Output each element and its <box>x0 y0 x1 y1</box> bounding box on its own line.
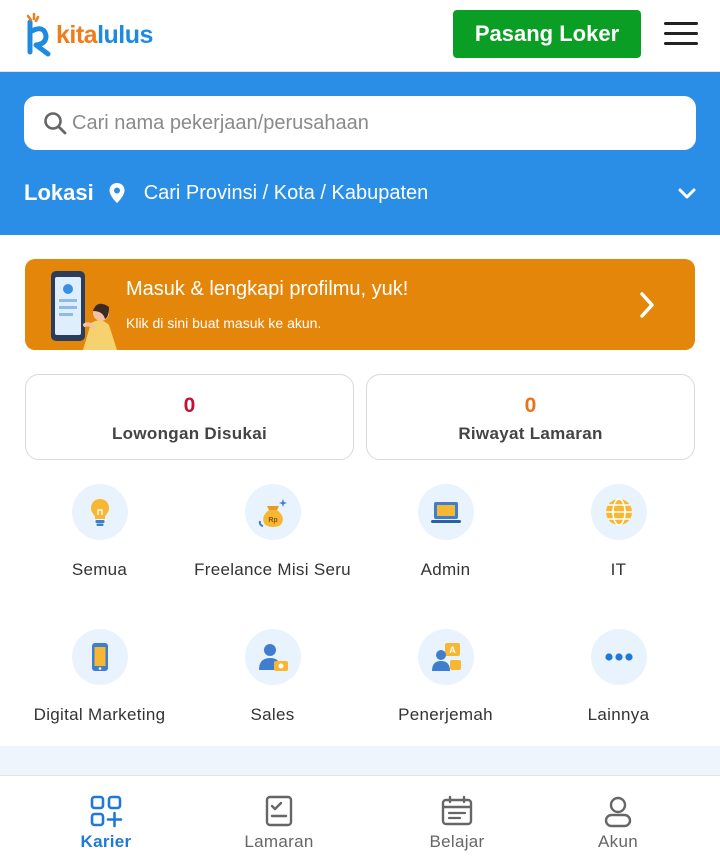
category-label: Penerjemah <box>398 705 493 724</box>
translator-icon: A <box>431 643 461 671</box>
logo-mark-icon <box>26 12 51 57</box>
post-job-button[interactable]: Pasang Loker <box>453 10 641 58</box>
category-label: Freelance Misi Seru <box>194 560 351 579</box>
nav-lamaran[interactable]: Lamaran <box>219 794 339 852</box>
application-history-count: 0 <box>524 394 537 417</box>
search-box[interactable] <box>24 96 696 150</box>
category-lainnya[interactable]: Lainnya <box>532 629 705 728</box>
money-bag-icon: Rp <box>258 499 287 527</box>
nav-label: Lamaran <box>244 832 314 851</box>
clipboard-check-icon <box>265 795 293 827</box>
location-label: Lokasi <box>24 180 94 205</box>
search-input[interactable] <box>72 111 672 135</box>
more-dots-icon <box>604 653 633 661</box>
category-admin[interactable]: Admin <box>359 484 532 583</box>
category-icon-circle <box>590 484 647 540</box>
category-label: Semua <box>71 560 128 579</box>
category-label: IT <box>610 560 627 579</box>
svg-text:A: A <box>449 645 456 655</box>
lightbulb-icon <box>90 499 109 526</box>
calendar-icon <box>441 795 473 826</box>
search-icon <box>44 112 67 135</box>
category-freelance-misi-seru[interactable]: Rp Freelance Misi Seru <box>186 484 359 583</box>
logo-text-kita: kita <box>56 20 98 49</box>
section-divider <box>0 746 720 776</box>
category-sales[interactable]: Sales <box>186 629 359 728</box>
user-icon <box>604 796 632 828</box>
banner-subtitle: Klik di sini buat masuk ke akun. <box>126 315 322 331</box>
menu-line <box>664 22 698 25</box>
liked-jobs-label: Lowongan Disukai <box>112 424 267 443</box>
banner-title: Masuk & lengkapi profilmu, yuk! <box>126 278 409 300</box>
logo-text: kitalulus <box>56 21 153 50</box>
nav-label: Akun <box>598 832 638 851</box>
nav-akun[interactable]: Akun <box>558 794 678 852</box>
category-penerjemah[interactable]: A Penerjemah <box>359 629 532 728</box>
liked-jobs-card[interactable]: 0 Lowongan Disukai <box>25 374 354 460</box>
nav-belajar[interactable]: Belajar <box>397 794 517 852</box>
category-it[interactable]: IT <box>532 484 705 583</box>
nav-label: Karier <box>80 832 132 851</box>
application-history-label: Riwayat Lamaran <box>458 424 603 443</box>
logo-text-lulus: lulus <box>97 20 153 49</box>
chevron-down-icon[interactable] <box>676 182 698 204</box>
category-icon-circle: Rp <box>244 484 301 540</box>
chevron-right-icon <box>640 292 654 318</box>
category-label: Admin <box>420 560 471 579</box>
menu-line <box>664 32 698 35</box>
category-icon-circle <box>590 629 647 685</box>
category-semua[interactable]: Semua <box>13 484 186 583</box>
nav-label: Belajar <box>429 832 485 851</box>
category-label: Sales <box>250 705 295 724</box>
liked-jobs-count: 0 <box>183 394 196 417</box>
category-icon-circle <box>71 484 128 540</box>
nav-karier[interactable]: Karier <box>46 794 166 852</box>
hamburger-menu-icon[interactable] <box>664 20 698 48</box>
category-digital-marketing[interactable]: Digital Marketing <box>13 629 186 728</box>
category-label: Lainnya <box>587 705 650 724</box>
menu-line <box>664 42 698 45</box>
laptop-icon <box>430 502 461 523</box>
app-page: kitalulus Pasang Loker Lokasi Cari Provi… <box>0 0 720 868</box>
top-bar: kitalulus Pasang Loker <box>0 0 720 72</box>
category-icon-circle <box>244 629 301 685</box>
category-icon-circle <box>417 484 474 540</box>
kitalulus-logo[interactable]: kitalulus <box>24 12 153 58</box>
grid-plus-icon <box>90 795 123 828</box>
category-label: Digital Marketing <box>33 705 166 724</box>
salesperson-icon <box>258 644 288 671</box>
location-value: Cari Provinsi / Kota / Kabupaten <box>143 181 429 204</box>
location-pin-icon <box>109 183 125 203</box>
svg-text:Rp: Rp <box>268 517 277 524</box>
login-profile-banner[interactable]: Masuk & lengkapi profilmu, yuk! Klik di … <box>25 259 695 350</box>
search-section: Lokasi Cari Provinsi / Kota / Kabupaten <box>0 72 720 235</box>
smartphone-icon <box>91 643 108 671</box>
application-history-card[interactable]: 0 Riwayat Lamaran <box>366 374 695 460</box>
category-icon-circle <box>71 629 128 685</box>
bottom-navigation: Karier Lamaran Belajar Akun <box>0 775 720 868</box>
location-selector[interactable]: Lokasi Cari Provinsi / Kota / Kabupaten <box>24 176 698 210</box>
globe-icon <box>605 498 632 526</box>
category-icon-circle: A <box>417 629 474 685</box>
